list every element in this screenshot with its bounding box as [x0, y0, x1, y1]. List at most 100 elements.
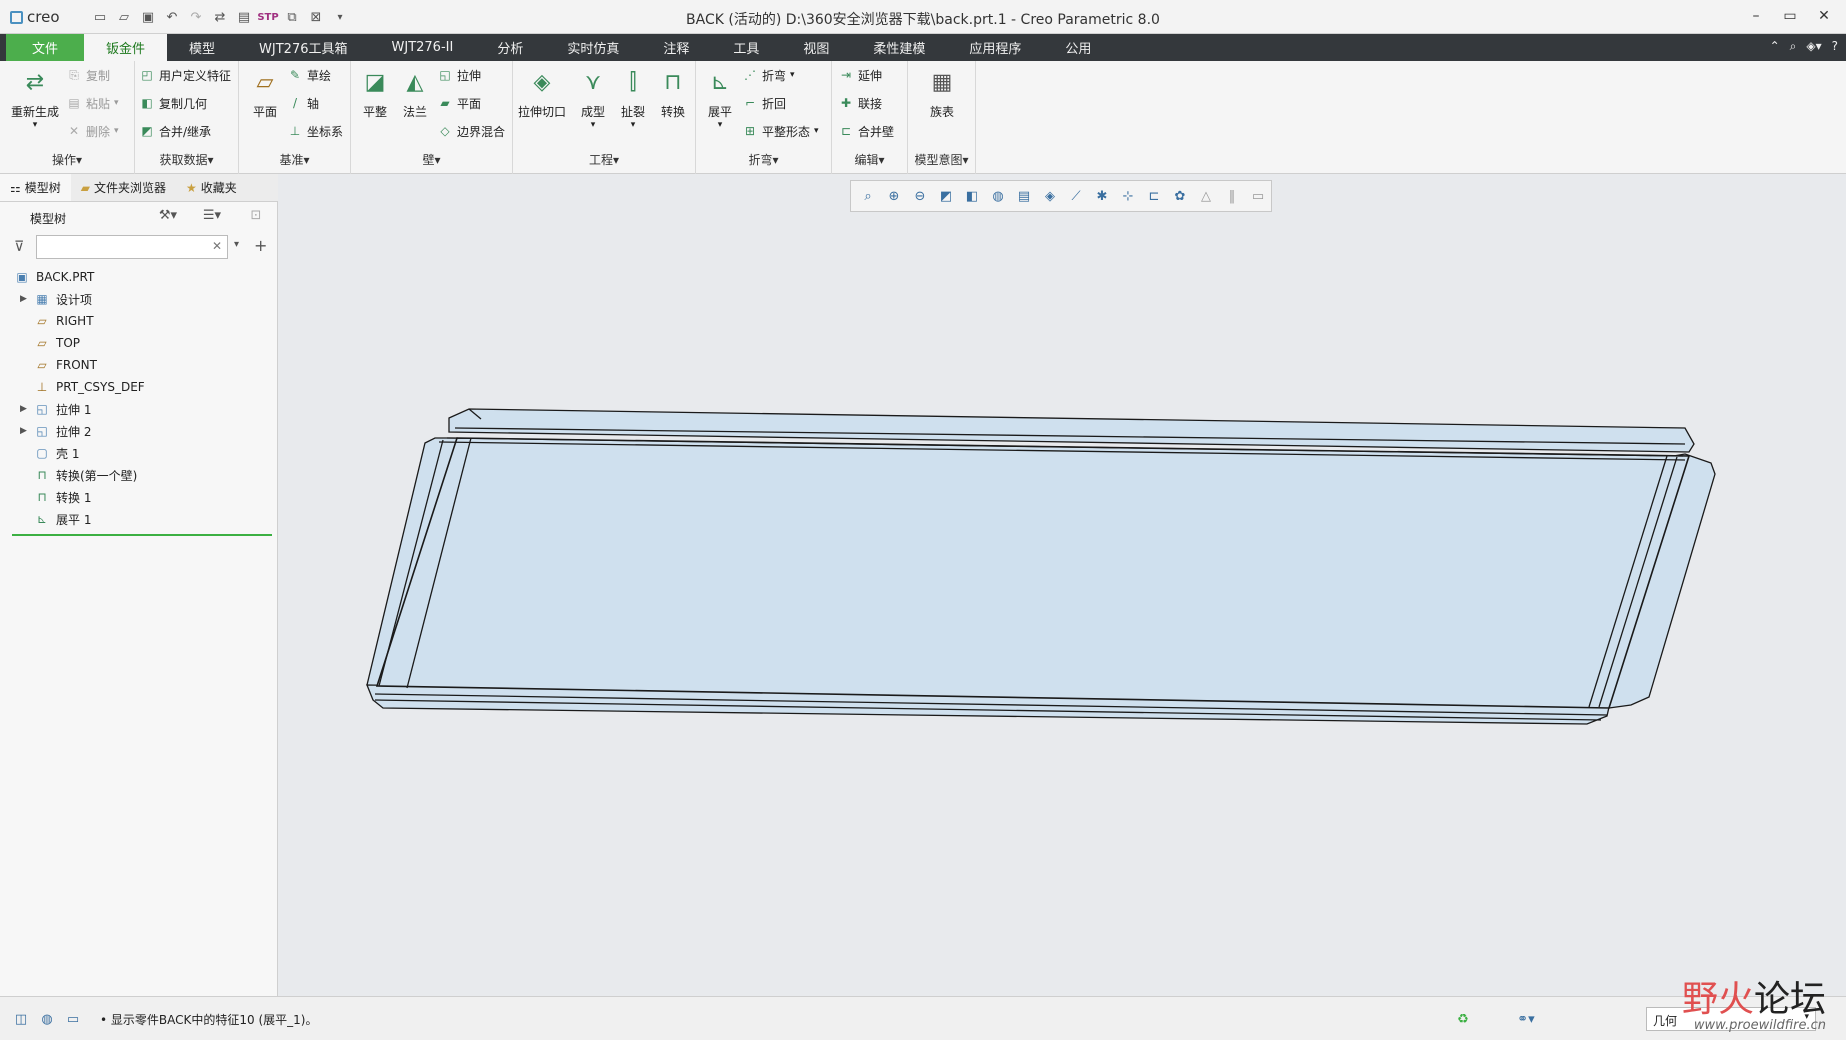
- bend-button[interactable]: ⋰ 折弯 ▾: [742, 65, 795, 85]
- tab-analysis[interactable]: 分析: [475, 34, 545, 61]
- tab-view[interactable]: 视图: [781, 34, 851, 61]
- tree-row[interactable]: ▶ ◱ 拉伸 1: [0, 398, 278, 420]
- tree-row[interactable]: ⊓ 转换(第一个壁): [0, 464, 278, 486]
- sheetmetal-part[interactable]: [366, 408, 1716, 725]
- extrude-wall-button[interactable]: ◱ 拉伸: [437, 65, 481, 85]
- tree-row[interactable]: ▱ RIGHT: [0, 310, 278, 332]
- close-window-icon[interactable]: ✕: [1810, 6, 1838, 26]
- group-label-edit[interactable]: 编辑▾: [832, 151, 907, 168]
- delete-button[interactable]: ✕ 删除 ▾: [66, 121, 119, 141]
- tree-columns-icon[interactable]: ☰▾: [202, 208, 222, 226]
- refit-icon[interactable]: ⌕: [857, 185, 879, 207]
- toggle-navigator-icon[interactable]: ◫: [10, 1009, 32, 1029]
- tab-annotate[interactable]: 注释: [641, 34, 711, 61]
- perspective-icon[interactable]: ◈: [1039, 185, 1061, 207]
- datum-display-icon[interactable]: ⟋: [1065, 185, 1087, 207]
- search-options-icon[interactable]: ▾: [234, 239, 239, 250]
- graphics-window[interactable]: ⌕ ⊕ ⊖ ◩ ◧ ◍ ▤ ◈ ⟋ ✱ ⊹ ⊏ ✿ △ ‖ ▭: [279, 174, 1846, 996]
- sketch-button[interactable]: ✎ 草绘: [287, 65, 331, 85]
- tree-search-input[interactable]: [36, 235, 228, 259]
- zoom-out-icon[interactable]: ⊖: [909, 185, 931, 207]
- tab-favorites[interactable]: ★ 收藏夹: [176, 174, 247, 201]
- copy-button[interactable]: ⎘ 复制: [66, 65, 110, 85]
- form-button[interactable]: ⋎ 成型 ▾: [571, 65, 615, 131]
- tree-row[interactable]: ▱ TOP: [0, 332, 278, 354]
- simulation-icon[interactable]: △: [1195, 185, 1217, 207]
- tree-row[interactable]: ⊥ PRT_CSYS_DEF: [0, 376, 278, 398]
- join-button[interactable]: ✚ 联接: [838, 93, 882, 113]
- group-label-datum[interactable]: 基准▾: [239, 151, 350, 168]
- model-view[interactable]: [279, 174, 1846, 996]
- datum-plane-button[interactable]: ▱ 平面: [243, 65, 287, 120]
- group-label-bend[interactable]: 折弯▾: [696, 151, 831, 168]
- unbend-button[interactable]: ⊾ 展平 ▾: [698, 65, 742, 131]
- zoom-in-icon[interactable]: ⊕: [883, 185, 905, 207]
- insert-here-marker[interactable]: [12, 534, 272, 536]
- axis-button[interactable]: / 轴: [287, 93, 319, 113]
- boundary-blend-button[interactable]: ◇ 边界混合: [437, 121, 505, 141]
- tree-row[interactable]: ⊓ 转换 1: [0, 486, 278, 508]
- tree-filter-settings-icon[interactable]: ⊡: [246, 208, 266, 226]
- tree-row[interactable]: ▢ 壳 1: [0, 442, 278, 464]
- tab-flexible-modeling[interactable]: 柔性建模: [851, 34, 947, 61]
- sections-icon[interactable]: ⊏: [1143, 185, 1165, 207]
- pause-icon[interactable]: ‖: [1221, 185, 1243, 207]
- tab-folder-browser[interactable]: ▰ 文件夹浏览器: [71, 174, 176, 201]
- tree-row[interactable]: ⊾ 展平 1: [0, 508, 278, 530]
- find-icon[interactable]: ⚭▾: [1508, 1009, 1544, 1029]
- flat-pattern-button[interactable]: ⊞ 平整形态 ▾: [742, 121, 819, 141]
- repaint-icon[interactable]: ◩: [935, 185, 957, 207]
- regen-status-icon[interactable]: ♻: [1452, 1009, 1474, 1029]
- tab-model[interactable]: 模型: [167, 34, 237, 61]
- extend-button[interactable]: ⇥ 延伸: [838, 65, 882, 85]
- collapse-ribbon-icon[interactable]: ⌃: [1770, 39, 1780, 54]
- bend-back-button[interactable]: ⌐ 折回: [742, 93, 786, 113]
- family-table-button[interactable]: ▦ 族表: [920, 65, 964, 120]
- group-label-wall[interactable]: 壁▾: [351, 151, 512, 168]
- tab-applications[interactable]: 应用程序: [947, 34, 1043, 61]
- tree-settings-icon[interactable]: ⚒▾: [158, 208, 178, 226]
- toggle-browser-icon[interactable]: ◍: [36, 1009, 58, 1029]
- group-label-engineering[interactable]: 工程▾: [513, 151, 695, 168]
- tab-utilities[interactable]: 公用: [1043, 34, 1113, 61]
- merge-walls-button[interactable]: ⊏ 合并壁: [838, 121, 894, 141]
- tab-live-simulation[interactable]: 实时仿真: [545, 34, 641, 61]
- rip-button[interactable]: ⫿ 扯裂 ▾: [611, 65, 655, 131]
- saved-views-icon[interactable]: ◍: [987, 185, 1009, 207]
- udf-button[interactable]: ◰ 用户定义特征: [139, 65, 231, 85]
- spin-center-icon[interactable]: ⊹: [1117, 185, 1139, 207]
- expand-arrow-icon[interactable]: ▶: [20, 404, 30, 414]
- filter-icon[interactable]: ⊽: [14, 239, 24, 255]
- copy-geometry-button[interactable]: ◧ 复制几何: [139, 93, 207, 113]
- convert-button[interactable]: ⊓ 转换: [651, 65, 695, 120]
- tab-model-tree[interactable]: ⚏ 模型树: [0, 174, 71, 201]
- merge-inheritance-button[interactable]: ◩ 合并/继承: [139, 121, 211, 141]
- tree-row[interactable]: ▶ ▦ 设计项: [0, 288, 278, 310]
- tab-wjt276-toolbox[interactable]: WJT276工具箱: [237, 34, 369, 61]
- annotation-icon[interactable]: ✱: [1091, 185, 1113, 207]
- planar-wall-button[interactable]: ◪ 平整: [353, 65, 397, 120]
- csys-button[interactable]: ⊥ 坐标系: [287, 121, 343, 141]
- appearance-icon[interactable]: ✿: [1169, 185, 1191, 207]
- view-manager-icon[interactable]: ▤: [1013, 185, 1035, 207]
- paste-button[interactable]: ▤ 粘贴 ▾: [66, 93, 118, 113]
- tree-row[interactable]: ▱ FRONT: [0, 354, 278, 376]
- tree-row[interactable]: ▣ BACK.PRT: [0, 266, 278, 288]
- group-label-operations[interactable]: 操作▾: [0, 151, 134, 168]
- tree-row[interactable]: ▶ ◱ 拉伸 2: [0, 420, 278, 442]
- minimize-icon[interactable]: –: [1742, 6, 1770, 26]
- tab-tools[interactable]: 工具: [711, 34, 781, 61]
- help-icon[interactable]: ?: [1832, 39, 1838, 54]
- base-wall[interactable]: [375, 437, 1691, 709]
- group-label-model-intent[interactable]: 模型意图▾: [908, 151, 975, 168]
- clear-search-icon[interactable]: ✕: [212, 239, 222, 253]
- display-style-icon[interactable]: ◧: [961, 185, 983, 207]
- tab-sheetmetal[interactable]: 钣金件: [84, 34, 168, 61]
- learning-icon[interactable]: ◈▾: [1806, 39, 1821, 54]
- full-screen-icon[interactable]: ▭: [62, 1009, 84, 1029]
- expand-arrow-icon[interactable]: ▶: [20, 426, 30, 436]
- search-icon[interactable]: ⌕: [1790, 39, 1797, 54]
- group-label-get-data[interactable]: 获取数据▾: [135, 151, 238, 168]
- expand-arrow-icon[interactable]: ▶: [20, 294, 30, 304]
- render-icon[interactable]: ▭: [1247, 185, 1269, 207]
